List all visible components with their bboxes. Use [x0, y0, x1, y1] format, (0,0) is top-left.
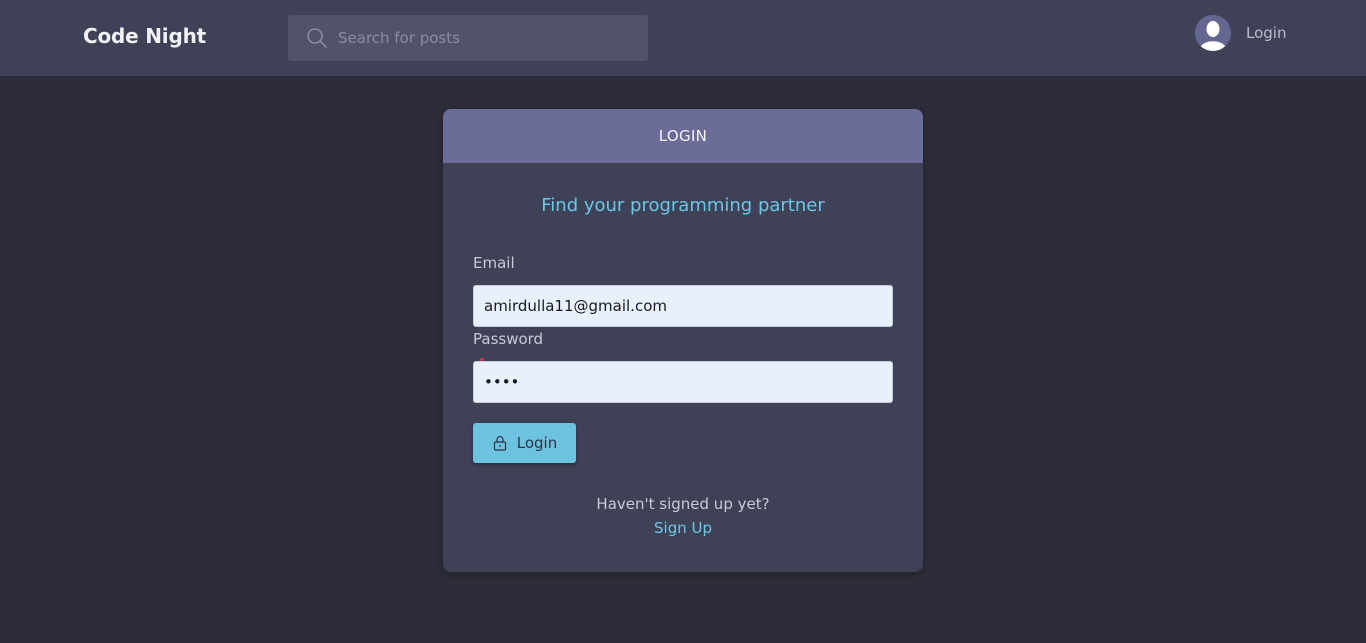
avatar-icon — [1195, 15, 1231, 51]
password-field[interactable] — [473, 361, 893, 403]
login-button[interactable]: Login — [473, 423, 576, 463]
login-button-label: Login — [516, 434, 558, 452]
top-navbar: Code Night Login — [0, 0, 1366, 76]
signup-link[interactable]: Sign Up — [443, 519, 923, 537]
card-header: LOGIN — [443, 109, 923, 163]
tagline: Find your programming partner — [541, 195, 825, 216]
search-icon — [307, 28, 327, 48]
signup-prompt: Haven't signed up yet? — [596, 495, 770, 513]
login-card: LOGIN Find your programming partner Emai… — [443, 109, 923, 572]
email-field[interactable] — [473, 285, 893, 327]
brand-logo[interactable]: Code Night — [83, 24, 206, 48]
nav-login-label: Login — [1246, 24, 1287, 42]
lock-icon — [493, 435, 506, 451]
search-input[interactable] — [338, 15, 638, 61]
email-label: Email — [473, 254, 515, 272]
search-bar[interactable] — [288, 15, 648, 61]
password-label: Password — [473, 330, 544, 348]
user-login-link[interactable]: Login — [1195, 15, 1286, 51]
